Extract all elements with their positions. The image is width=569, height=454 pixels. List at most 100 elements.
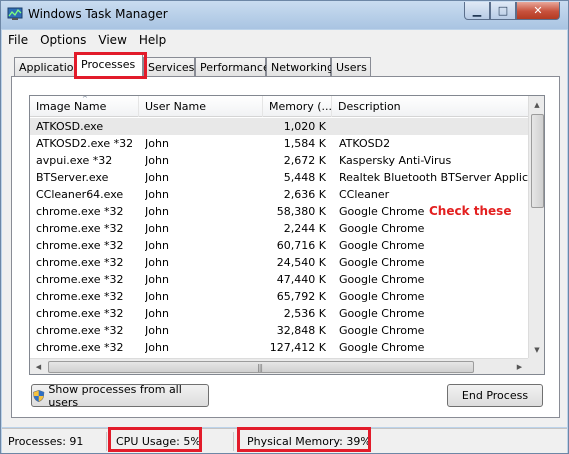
user-name-cell: John xyxy=(145,324,169,337)
memory-cell: 60,716 K xyxy=(276,239,326,252)
table-row[interactable]: chrome.exe *32 John 47,440 K Google Chro… xyxy=(30,271,528,288)
end-process-button[interactable]: End Process xyxy=(447,384,543,407)
image-name-cell: chrome.exe *32 xyxy=(36,256,124,269)
show-all-processes-button[interactable]: Show processes from all users xyxy=(31,382,209,409)
memory-cell: 1,020 K xyxy=(283,120,326,133)
horizontal-scroll-thumb[interactable]: ||| xyxy=(48,361,474,373)
user-name-cell: John xyxy=(145,205,169,218)
status-cpu-usage: CPU Usage: 5% xyxy=(116,435,201,448)
image-name-cell: BTServer.exe xyxy=(36,171,109,184)
menu-bar: File Options View Help xyxy=(2,30,567,49)
description-cell: Google Chrome xyxy=(339,222,425,235)
user-name-cell: John xyxy=(145,256,169,269)
memory-cell: 127,412 K xyxy=(269,341,326,354)
column-description[interactable]: Description xyxy=(332,96,528,117)
column-image-name[interactable]: ^ Image Name xyxy=(30,96,139,117)
user-name-cell: John xyxy=(145,341,169,354)
table-row[interactable]: chrome.exe *32 John 24,540 K Google Chro… xyxy=(30,254,528,271)
tab-services[interactable]: Services xyxy=(143,57,195,76)
description-cell: Google Chrome xyxy=(339,239,425,252)
status-physical-memory: Physical Memory: 39% xyxy=(247,435,371,448)
description-cell: Google Chrome xyxy=(339,256,425,269)
image-name-cell: chrome.exe *32 xyxy=(36,239,124,252)
grip-icon: ||| xyxy=(257,363,263,372)
scrollbar-corner xyxy=(528,358,544,374)
image-name-cell: chrome.exe *32 xyxy=(36,273,124,286)
end-process-label: End Process xyxy=(461,389,529,402)
vertical-scrollbar[interactable]: ▲ ▼ xyxy=(528,96,544,358)
table-row[interactable]: ATKOSD.exe 1,020 K xyxy=(30,118,528,135)
image-name-cell: chrome.exe *32 xyxy=(36,205,124,218)
menu-view[interactable]: View xyxy=(92,30,132,49)
table-row[interactable]: chrome.exe *32 John 127,412 K Google Chr… xyxy=(30,339,528,356)
image-name-cell: ATKOSD2.exe *32 xyxy=(36,137,134,150)
horizontal-scrollbar[interactable]: ◀ ||| ▶ xyxy=(30,358,528,374)
show-all-processes-label: Show processes from all users xyxy=(48,382,182,409)
image-name-cell: chrome.exe *32 xyxy=(36,290,124,303)
tab-performance[interactable]: Performance xyxy=(195,57,270,76)
memory-cell: 24,540 K xyxy=(276,256,326,269)
memory-cell: 1,584 K xyxy=(283,137,326,150)
description-cell: ATKOSD2 xyxy=(339,137,391,150)
task-manager-window: Windows Task Manager ▁ □ ✕ File Options … xyxy=(0,0,569,454)
description-cell: CCleaner xyxy=(339,188,390,201)
task-manager-icon xyxy=(7,7,23,20)
user-name-cell: John xyxy=(145,307,169,320)
tab-networking[interactable]: Networking xyxy=(266,57,334,76)
image-name-cell: avpui.exe *32 xyxy=(36,154,113,167)
user-name-cell: John xyxy=(145,154,169,167)
scroll-left-icon[interactable]: ◀ xyxy=(30,359,47,374)
status-processes: Processes: 91 xyxy=(8,435,84,448)
table-row[interactable]: chrome.exe *32 John 65,792 K Google Chro… xyxy=(30,288,528,305)
table-row[interactable]: chrome.exe *32 John 60,716 K Google Chro… xyxy=(30,237,528,254)
process-rows: ATKOSD.exe 1,020 K ATKOSD2.exe *32 John … xyxy=(30,118,529,356)
table-row[interactable]: chrome.exe *32 John 32,848 K Google Chro… xyxy=(30,322,528,339)
check-these-annotation: Check these xyxy=(429,204,512,218)
column-header-row: ^ Image Name User Name Memory (... Descr… xyxy=(30,96,528,117)
tab-processes[interactable]: Processes xyxy=(76,54,143,77)
scroll-right-icon[interactable]: ▶ xyxy=(511,359,528,374)
table-row[interactable]: avpui.exe *32 John 2,672 K Kaspersky Ant… xyxy=(30,152,528,169)
table-row[interactable]: ATKOSD2.exe *32 John 1,584 K ATKOSD2 xyxy=(30,135,528,152)
sort-ascending-icon: ^ xyxy=(82,96,88,103)
memory-cell: 32,848 K xyxy=(276,324,326,337)
memory-cell: 2,536 K xyxy=(283,307,326,320)
status-bar: Processes: 91 CPU Usage: 5% Physical Mem… xyxy=(2,428,567,453)
memory-cell: 2,244 K xyxy=(283,222,326,235)
memory-cell: 2,672 K xyxy=(283,154,326,167)
maximize-icon: □ xyxy=(497,4,509,17)
menu-help[interactable]: Help xyxy=(133,30,172,49)
memory-cell: 47,440 K xyxy=(276,273,326,286)
vertical-scroll-thumb[interactable] xyxy=(531,114,544,208)
table-row[interactable]: CCleaner64.exe John 2,636 K CCleaner xyxy=(30,186,528,203)
process-list[interactable]: ^ Image Name User Name Memory (... Descr… xyxy=(29,95,545,375)
memory-cell: 2,636 K xyxy=(283,188,326,201)
window-title: Windows Task Manager xyxy=(28,7,168,21)
menu-options[interactable]: Options xyxy=(34,30,92,49)
image-name-cell: chrome.exe *32 xyxy=(36,307,124,320)
description-cell: Kaspersky Anti-Virus xyxy=(339,154,452,167)
user-name-cell: John xyxy=(145,273,169,286)
description-cell: Google Chrome xyxy=(339,307,425,320)
column-memory[interactable]: Memory (... xyxy=(263,96,332,117)
description-cell: Google Chrome xyxy=(339,324,425,337)
table-row[interactable]: chrome.exe *32 John 2,244 K Google Chrom… xyxy=(30,220,528,237)
scroll-down-icon[interactable]: ▼ xyxy=(529,341,544,358)
tab-applications[interactable]: Applications xyxy=(14,57,86,76)
user-name-cell: John xyxy=(145,239,169,252)
description-cell: Google Chrome xyxy=(339,341,425,354)
uac-shield-icon xyxy=(33,389,45,402)
user-name-cell: John xyxy=(145,290,169,303)
memory-cell: 5,448 K xyxy=(283,171,326,184)
table-row[interactable]: BTServer.exe John 5,448 K Realtek Blueto… xyxy=(30,169,529,186)
menu-file[interactable]: File xyxy=(2,30,34,49)
user-name-cell: John xyxy=(145,137,169,150)
maximize-button[interactable]: □ xyxy=(490,2,516,20)
scroll-up-icon[interactable]: ▲ xyxy=(529,96,544,113)
column-user-name[interactable]: User Name xyxy=(139,96,263,117)
minimize-button[interactable]: ▁ xyxy=(464,2,490,20)
memory-cell: 58,380 K xyxy=(276,205,326,218)
tab-users[interactable]: Users xyxy=(331,57,371,76)
close-button[interactable]: ✕ xyxy=(516,2,560,20)
table-row[interactable]: chrome.exe *32 John 2,536 K Google Chrom… xyxy=(30,305,528,322)
